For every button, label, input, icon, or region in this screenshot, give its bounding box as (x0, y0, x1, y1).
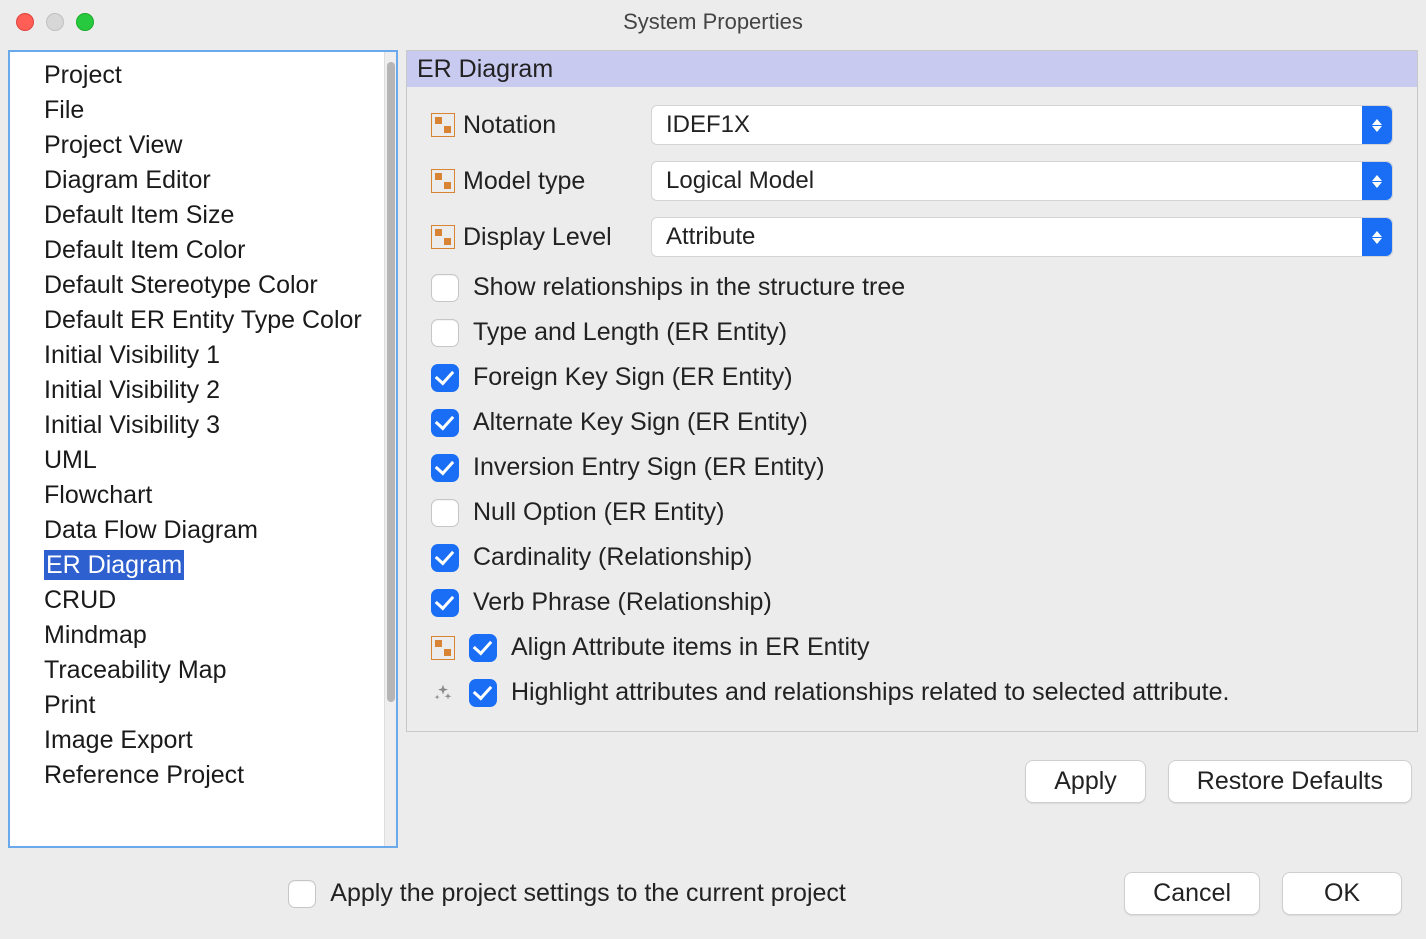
sidebar-item-initial-visibility-2[interactable]: Initial Visibility 2 (10, 373, 384, 408)
checkbox[interactable] (431, 409, 459, 437)
apply-button[interactable]: Apply (1025, 760, 1146, 803)
panel-body: Notation IDEF1X Model type (407, 87, 1417, 731)
sidebar-item-traceability-map[interactable]: Traceability Map (10, 653, 384, 688)
decor-icon (431, 636, 455, 660)
row-model-type: Model type Logical Model (431, 161, 1393, 201)
select-notation-value: IDEF1X (666, 111, 750, 139)
checkbox[interactable] (431, 589, 459, 617)
sidebar-item-crud[interactable]: CRUD (10, 583, 384, 618)
panel-buttons: Apply Restore Defaults (406, 732, 1418, 803)
sidebar-item-image-export[interactable]: Image Export (10, 723, 384, 758)
checkbox[interactable] (431, 319, 459, 347)
select-notation[interactable]: IDEF1X (651, 105, 1393, 145)
check-cardinality: Cardinality (Relationship) (431, 543, 1393, 572)
sidebar-item-uml[interactable]: UML (10, 443, 384, 478)
check-highlight-attributes: Highlight attributes and relationships r… (431, 678, 1393, 707)
window-title: System Properties (623, 9, 803, 35)
decor-icon (431, 225, 455, 249)
decor-icon (431, 113, 455, 137)
minimize-icon[interactable] (46, 13, 64, 31)
checkbox-apply-to-current[interactable] (288, 880, 316, 908)
label-display-level: Display Level (463, 223, 612, 252)
er-diagram-panel: ER Diagram Notation IDEF1X (406, 50, 1418, 732)
footer: Apply the project settings to the curren… (0, 856, 1426, 939)
cancel-button[interactable]: Cancel (1124, 872, 1260, 915)
checkbox[interactable] (469, 634, 497, 662)
chevron-up-down-icon (1362, 218, 1392, 256)
scrollbar-thumb[interactable] (387, 62, 395, 702)
panel-title: ER Diagram (407, 51, 1417, 87)
chevron-up-down-icon (1362, 162, 1392, 200)
sidebar-item-er-diagram[interactable]: ER Diagram (10, 548, 384, 583)
sidebar-item-initial-visibility-3[interactable]: Initial Visibility 3 (10, 408, 384, 443)
window-controls (16, 13, 94, 31)
row-display-level: Display Level Attribute (431, 217, 1393, 257)
sidebar-item-file[interactable]: File (10, 93, 384, 128)
zoom-icon[interactable] (76, 13, 94, 31)
check-align-attribute: Align Attribute items in ER Entity (431, 633, 1393, 662)
ok-button[interactable]: OK (1282, 872, 1402, 915)
check-foreign-key-sign: Foreign Key Sign (ER Entity) (431, 363, 1393, 392)
sidebar-item-mindmap[interactable]: Mindmap (10, 618, 384, 653)
check-alternate-key-sign: Alternate Key Sign (ER Entity) (431, 408, 1393, 437)
close-icon[interactable] (16, 13, 34, 31)
select-model-type-value: Logical Model (666, 167, 814, 195)
sidebar-item-project[interactable]: Project (10, 58, 384, 93)
select-display-level-value: Attribute (666, 223, 755, 251)
sidebar-scrollbar[interactable] (384, 52, 396, 846)
restore-defaults-button[interactable]: Restore Defaults (1168, 760, 1412, 803)
sidebar-item-print[interactable]: Print (10, 688, 384, 723)
checkbox[interactable] (469, 679, 497, 707)
sidebar-item-default-er-entity-type-color[interactable]: Default ER Entity Type Color (10, 303, 384, 338)
row-notation: Notation IDEF1X (431, 105, 1393, 145)
decor-icon (431, 169, 455, 193)
sidebar-item-default-stereotype-color[interactable]: Default Stereotype Color (10, 268, 384, 303)
sidebar-item-project-view[interactable]: Project View (10, 128, 384, 163)
sidebar: Project File Project View Diagram Editor… (8, 50, 398, 848)
content-pane: ER Diagram Notation IDEF1X (406, 50, 1418, 848)
sidebar-item-initial-visibility-1[interactable]: Initial Visibility 1 (10, 338, 384, 373)
sidebar-list[interactable]: Project File Project View Diagram Editor… (10, 52, 384, 846)
select-display-level[interactable]: Attribute (651, 217, 1393, 257)
label-notation: Notation (463, 111, 556, 140)
label-model-type: Model type (463, 167, 585, 196)
sidebar-item-default-item-size[interactable]: Default Item Size (10, 198, 384, 233)
system-properties-window: System Properties Project File Project V… (0, 0, 1426, 939)
check-inversion-entry-sign: Inversion Entry Sign (ER Entity) (431, 453, 1393, 482)
sidebar-item-default-item-color[interactable]: Default Item Color (10, 233, 384, 268)
checkbox[interactable] (431, 274, 459, 302)
checkbox[interactable] (431, 364, 459, 392)
check-type-and-length: Type and Length (ER Entity) (431, 318, 1393, 347)
select-model-type[interactable]: Logical Model (651, 161, 1393, 201)
check-null-option: Null Option (ER Entity) (431, 498, 1393, 527)
sidebar-item-diagram-editor[interactable]: Diagram Editor (10, 163, 384, 198)
checkbox[interactable] (431, 454, 459, 482)
check-show-relationships: Show relationships in the structure tree (431, 273, 1393, 302)
check-verb-phrase: Verb Phrase (Relationship) (431, 588, 1393, 617)
checkbox[interactable] (431, 544, 459, 572)
sparkle-icon (431, 681, 455, 705)
checkbox[interactable] (431, 499, 459, 527)
sidebar-item-data-flow-diagram[interactable]: Data Flow Diagram (10, 513, 384, 548)
sidebar-item-reference-project[interactable]: Reference Project (10, 758, 384, 793)
sidebar-item-flowchart[interactable]: Flowchart (10, 478, 384, 513)
label-apply-to-current: Apply the project settings to the curren… (330, 879, 846, 908)
chevron-up-down-icon (1362, 106, 1392, 144)
titlebar: System Properties (0, 0, 1426, 44)
main-area: Project File Project View Diagram Editor… (0, 44, 1426, 856)
